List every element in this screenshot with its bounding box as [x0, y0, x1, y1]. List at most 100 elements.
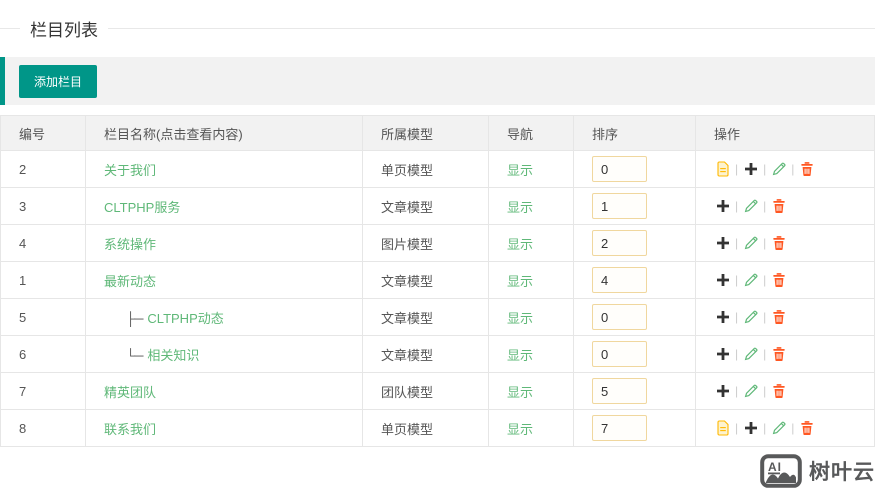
row-model: 文章模型: [362, 187, 489, 225]
sort-input[interactable]: [592, 378, 647, 404]
sort-input[interactable]: [592, 267, 647, 293]
edit-icon[interactable]: [742, 309, 759, 326]
sort-input[interactable]: [592, 341, 647, 367]
op-separator: |: [791, 162, 795, 176]
view-content-icon[interactable]: [714, 420, 731, 437]
row-nav-cell: 显示: [488, 187, 574, 225]
row-nav-cell: 显示: [488, 150, 574, 188]
row-name-cell: 精英团队: [85, 372, 363, 410]
edit-icon[interactable]: [770, 161, 787, 178]
row-nav-cell: 显示: [488, 261, 574, 299]
row-sort-cell: [573, 224, 696, 262]
table-row: 7 精英团队 团队模型 显示 | |: [0, 372, 875, 410]
header-name: 栏目名称(点击查看内容): [85, 115, 363, 151]
add-child-icon[interactable]: [714, 346, 731, 363]
edit-icon[interactable]: [742, 235, 759, 252]
sort-input[interactable]: [592, 230, 647, 256]
delete-icon[interactable]: [770, 346, 787, 363]
row-nav-cell: 显示: [488, 298, 574, 336]
delete-icon[interactable]: [798, 161, 815, 178]
row-model: 单页模型: [362, 150, 489, 188]
row-sort-cell: [573, 150, 696, 188]
edit-icon[interactable]: [742, 272, 759, 289]
op-separator: |: [763, 347, 767, 361]
nav-visibility-toggle[interactable]: 显示: [507, 274, 533, 289]
header-ops: 操作: [695, 115, 875, 151]
row-sort-cell: [573, 409, 696, 447]
column-name-link[interactable]: CLTPHP动态: [147, 311, 223, 326]
nav-visibility-toggle[interactable]: 显示: [507, 311, 533, 326]
add-child-icon[interactable]: [742, 420, 759, 437]
nav-visibility-toggle[interactable]: 显示: [507, 385, 533, 400]
edit-icon[interactable]: [742, 198, 759, 215]
add-column-button[interactable]: 添加栏目: [19, 64, 98, 98]
op-separator: |: [735, 273, 739, 287]
delete-icon[interactable]: [798, 420, 815, 437]
nav-visibility-toggle[interactable]: 显示: [507, 163, 533, 178]
column-name-link[interactable]: 系统操作: [104, 237, 156, 252]
row-id: 5: [0, 298, 86, 336]
page-title-field: 栏目列表: [0, 16, 875, 41]
operations: | | |: [714, 383, 866, 400]
nav-visibility-toggle[interactable]: 显示: [507, 237, 533, 252]
edit-icon[interactable]: [742, 346, 759, 363]
add-child-icon[interactable]: [714, 235, 731, 252]
sort-input[interactable]: [592, 415, 647, 441]
nav-visibility-toggle[interactable]: 显示: [507, 348, 533, 363]
header-id: 编号: [0, 115, 86, 151]
edit-icon[interactable]: [770, 420, 787, 437]
add-child-icon[interactable]: [742, 161, 759, 178]
view-content-icon[interactable]: [714, 161, 731, 178]
watermark-brand: 树叶云: [809, 461, 875, 484]
row-ops-cell: | | |: [695, 261, 875, 299]
row-sort-cell: [573, 372, 696, 410]
table-row: 3 CLTPHP服务 文章模型 显示 | |: [0, 187, 875, 225]
column-name-link[interactable]: 联系我们: [104, 422, 156, 437]
sort-input[interactable]: [592, 193, 647, 219]
row-id: 7: [0, 372, 86, 410]
watermark: AI 树叶云: [760, 452, 875, 490]
column-name-link[interactable]: CLTPHP服务: [104, 200, 180, 215]
row-id: 4: [0, 224, 86, 262]
column-name-link[interactable]: 精英团队: [104, 385, 156, 400]
sort-input[interactable]: [592, 156, 647, 182]
row-model: 文章模型: [362, 335, 489, 373]
row-name-cell: 系统操作: [85, 224, 363, 262]
operations: | | |: [714, 309, 866, 326]
nav-visibility-toggle[interactable]: 显示: [507, 200, 533, 215]
sort-input[interactable]: [592, 304, 647, 330]
add-child-icon[interactable]: [714, 272, 731, 289]
row-nav-cell: 显示: [488, 409, 574, 447]
column-name-link[interactable]: 最新动态: [104, 274, 156, 289]
row-model: 团队模型: [362, 372, 489, 410]
row-name-cell: 关于我们: [85, 150, 363, 188]
delete-icon[interactable]: [770, 383, 787, 400]
table-row: 6 └─ 相关知识 文章模型 显示 | |: [0, 335, 875, 373]
delete-icon[interactable]: [770, 309, 787, 326]
op-separator: |: [763, 273, 767, 287]
table-row: 5 ├─ CLTPHP动态 文章模型 显示 | |: [0, 298, 875, 336]
op-separator: |: [763, 162, 767, 176]
op-separator: |: [735, 236, 739, 250]
nav-visibility-toggle[interactable]: 显示: [507, 422, 533, 437]
column-name-link[interactable]: 关于我们: [104, 163, 156, 178]
header-sort: 排序: [573, 115, 696, 151]
row-ops-cell: | | |: [695, 335, 875, 373]
op-separator: |: [735, 162, 739, 176]
op-separator: |: [735, 421, 739, 435]
row-sort-cell: [573, 335, 696, 373]
column-name-link[interactable]: 相关知识: [147, 348, 199, 363]
delete-icon[interactable]: [770, 198, 787, 215]
add-child-icon[interactable]: [714, 383, 731, 400]
row-model: 文章模型: [362, 261, 489, 299]
edit-icon[interactable]: [742, 383, 759, 400]
header-model: 所属模型: [362, 115, 489, 151]
add-child-icon[interactable]: [714, 309, 731, 326]
table-row: 4 系统操作 图片模型 显示 | |: [0, 224, 875, 262]
delete-icon[interactable]: [770, 235, 787, 252]
operations: | | |: [714, 272, 866, 289]
operations: | | |: [714, 161, 866, 178]
add-child-icon[interactable]: [714, 198, 731, 215]
operations: | | |: [714, 198, 866, 215]
delete-icon[interactable]: [770, 272, 787, 289]
